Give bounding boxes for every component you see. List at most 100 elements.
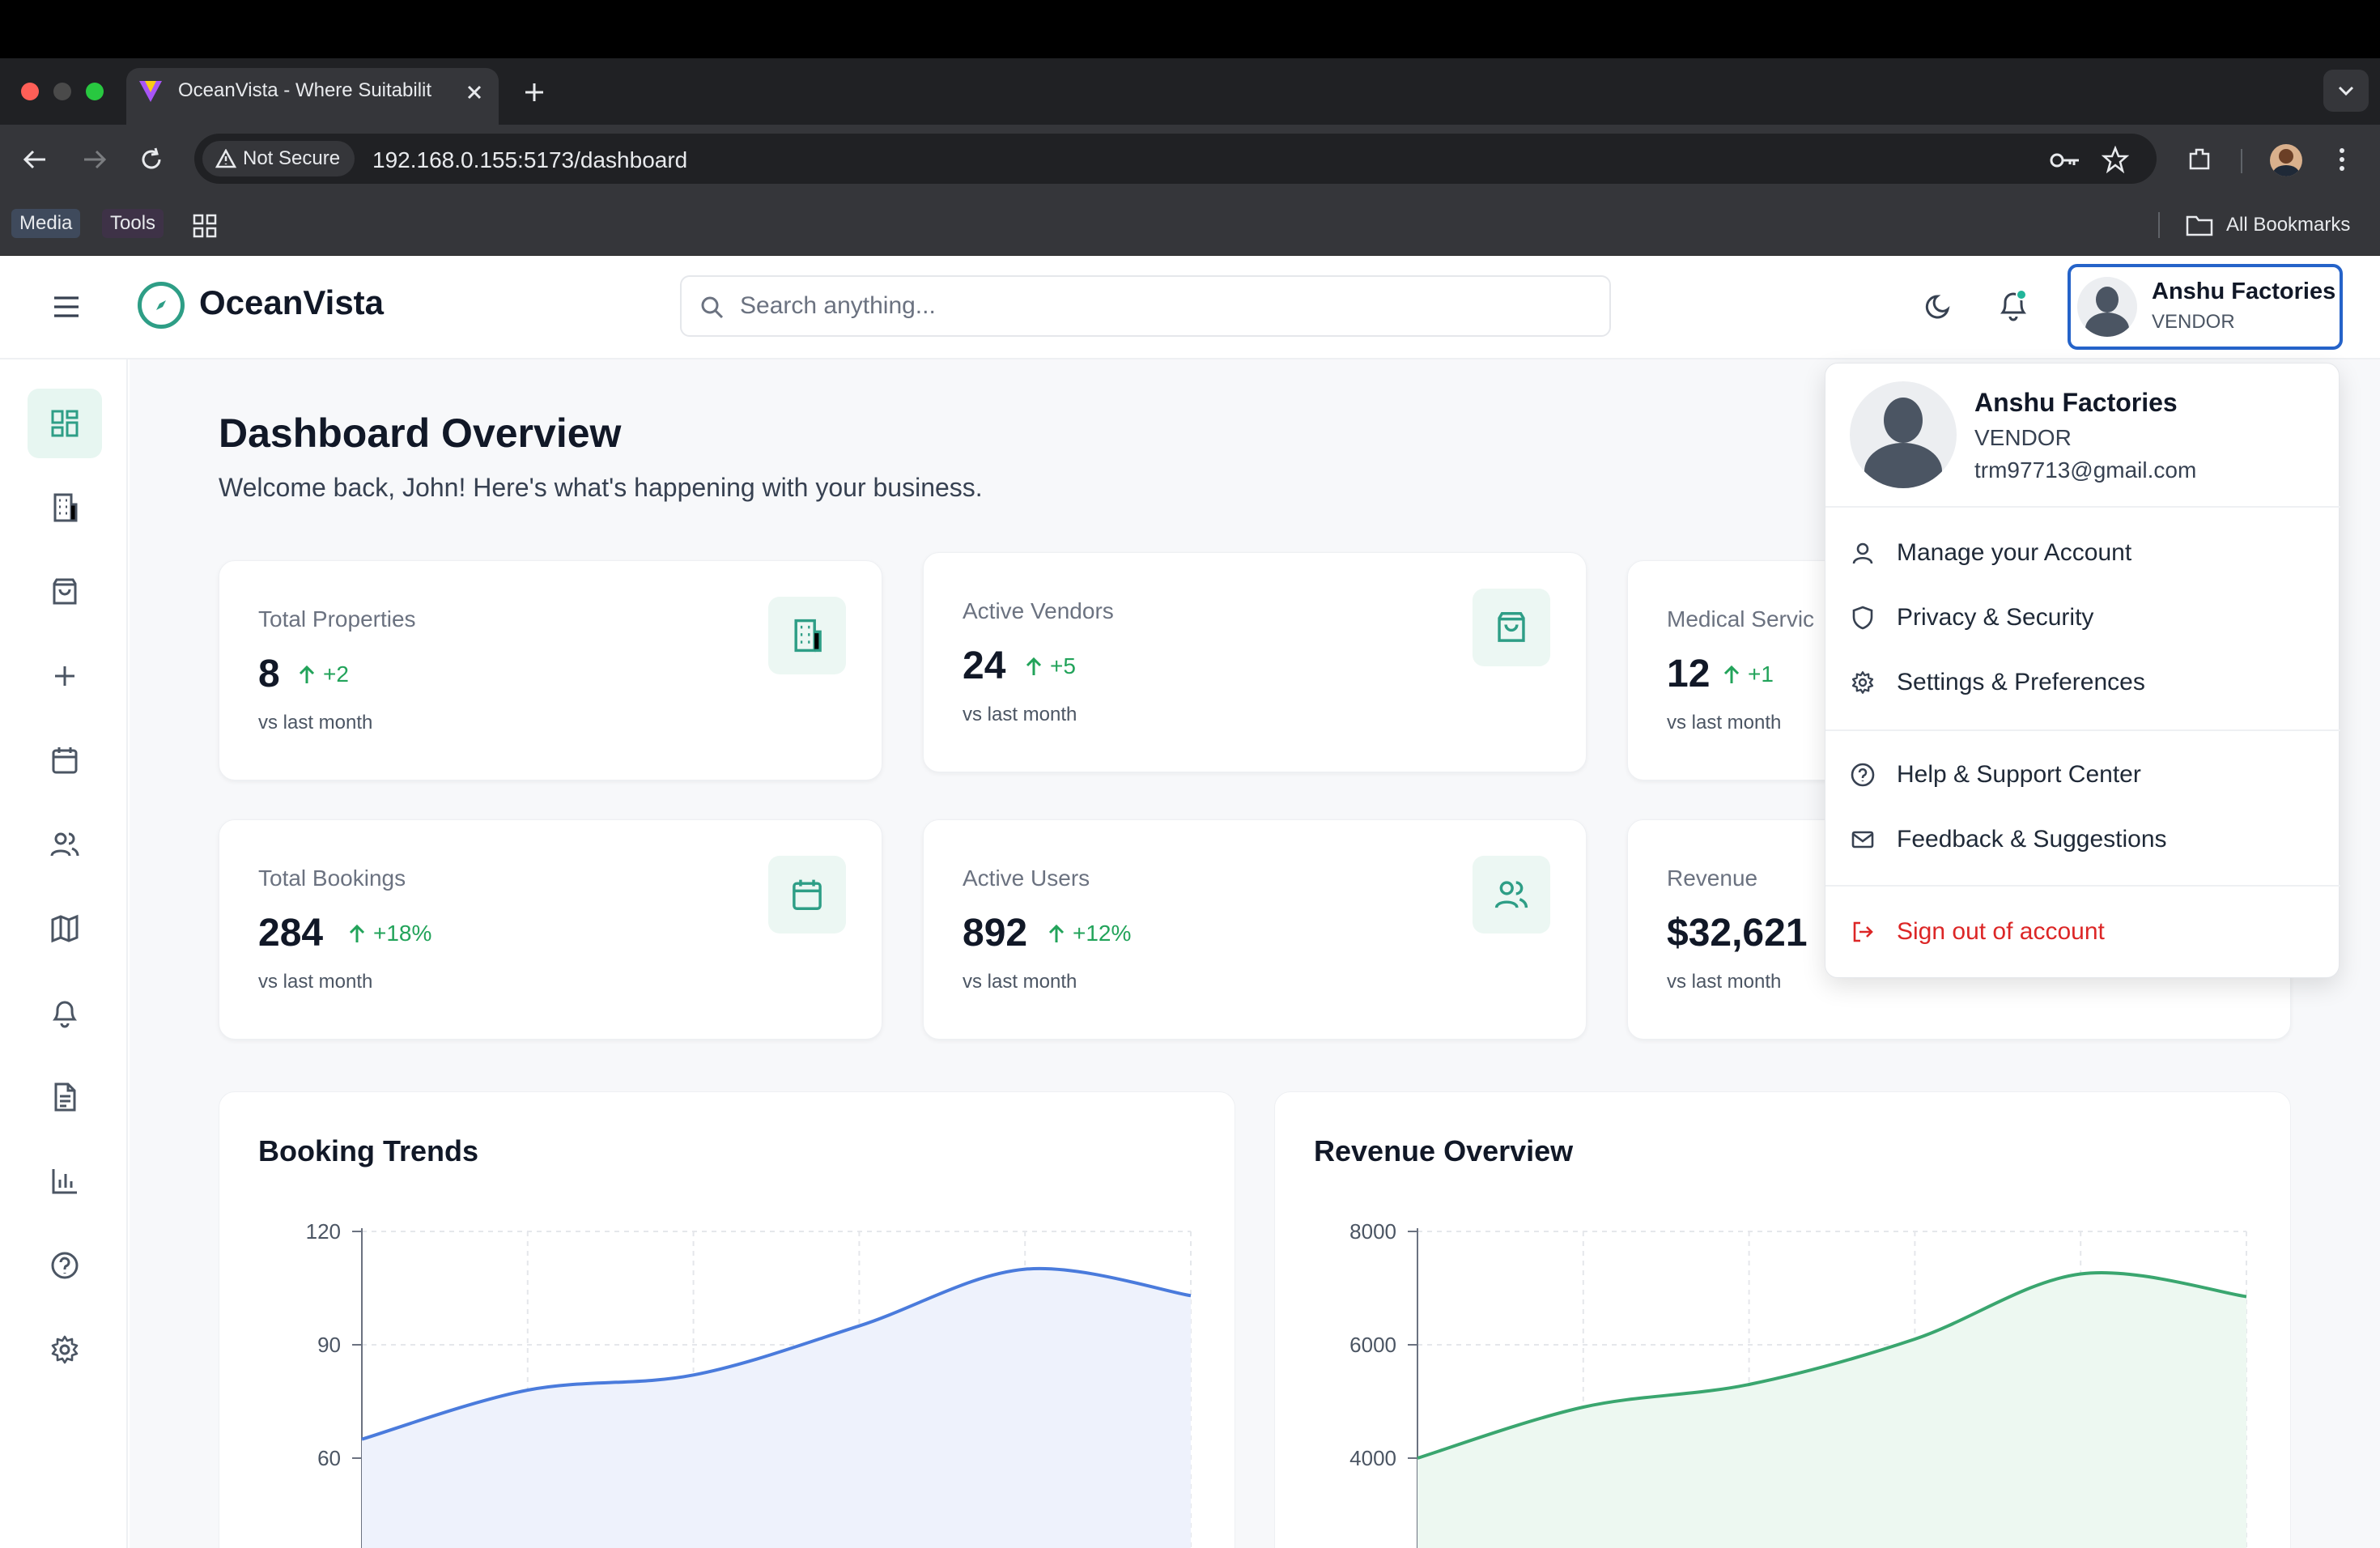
sidebar-item-reports[interactable] bbox=[28, 1146, 102, 1216]
tab-search-button[interactable] bbox=[2323, 70, 2369, 112]
browser-profile-avatar[interactable] bbox=[2270, 144, 2302, 176]
menu-item-label: Privacy & Security bbox=[1897, 604, 2094, 631]
stat-card-vendors[interactable]: Active Vendors 24 +5 vs last month bbox=[923, 552, 1587, 772]
url-text[interactable]: 192.168.0.155:5173/dashboard bbox=[372, 147, 687, 173]
gear-icon bbox=[51, 1335, 79, 1364]
stat-card-users[interactable]: Active Users 892 +12% vs last month bbox=[923, 819, 1587, 1040]
stat-icon-box bbox=[768, 597, 846, 674]
profile-role: VENDOR bbox=[2152, 311, 2235, 333]
stat-foot: vs last month bbox=[258, 712, 373, 734]
stat-value: 284 bbox=[258, 912, 324, 955]
search-icon bbox=[701, 296, 724, 319]
bookmark-tools[interactable]: Tools bbox=[102, 209, 164, 238]
stat-label: Active Vendors bbox=[963, 598, 1114, 623]
back-icon[interactable] bbox=[21, 147, 49, 172]
stat-icon-box bbox=[768, 856, 846, 933]
menu-item-settings[interactable]: Settings & Preferences bbox=[1850, 658, 2319, 707]
menu-item-label: Feedback & Suggestions bbox=[1897, 826, 2167, 853]
sidebar-item-notifications[interactable] bbox=[28, 978, 102, 1048]
y-tick-label: 8000 bbox=[1349, 1219, 1396, 1244]
folder-icon bbox=[2186, 215, 2213, 236]
notification-bell-icon[interactable] bbox=[1996, 288, 2030, 324]
maximize-window-button[interactable] bbox=[86, 83, 104, 100]
stat-foot: vs last month bbox=[963, 704, 1077, 725]
sidebar-item-bookings[interactable] bbox=[28, 725, 102, 795]
menu-item-sign-out[interactable]: Sign out of account bbox=[1850, 908, 2319, 956]
menu-item-help-support[interactable]: Help & Support Center bbox=[1850, 751, 2319, 799]
reload-icon[interactable] bbox=[138, 146, 165, 173]
y-tick-label: 120 bbox=[306, 1219, 341, 1244]
stat-delta: +5 bbox=[1024, 653, 1076, 679]
sidebar-item-dashboard[interactable] bbox=[28, 389, 102, 458]
stat-card-properties[interactable]: Total Properties 8 +2 vs last month bbox=[219, 560, 882, 780]
bookmark-star-icon[interactable] bbox=[2102, 146, 2129, 173]
close-window-button[interactable] bbox=[21, 83, 39, 100]
minimize-window-button[interactable] bbox=[53, 83, 71, 100]
sidebar-item-map[interactable] bbox=[28, 894, 102, 963]
plus-icon bbox=[55, 666, 74, 686]
stat-label: Total Properties bbox=[258, 606, 416, 632]
menu-toggle-icon[interactable] bbox=[52, 295, 81, 319]
stat-icon-box bbox=[1473, 856, 1550, 933]
chevron-down-icon bbox=[2338, 86, 2354, 96]
search-input[interactable] bbox=[740, 290, 1598, 322]
extensions-icon[interactable] bbox=[2186, 146, 2213, 173]
area-fill bbox=[1417, 1273, 2246, 1548]
sidebar-item-properties[interactable] bbox=[28, 473, 102, 542]
new-tab-icon[interactable] bbox=[523, 81, 546, 104]
y-tick-label: 6000 bbox=[1349, 1333, 1396, 1357]
stat-delta-value: +5 bbox=[1050, 653, 1076, 678]
menu-item-privacy-security[interactable]: Privacy & Security bbox=[1850, 593, 2319, 642]
page-subtitle: Welcome back, John! Here's what's happen… bbox=[219, 473, 983, 502]
security-chip[interactable]: Not Secure bbox=[202, 141, 355, 176]
sidebar-item-users[interactable] bbox=[28, 810, 102, 879]
stat-delta-value: +18% bbox=[373, 921, 432, 946]
close-tab-icon[interactable] bbox=[466, 84, 482, 100]
revenue-overview-card: Revenue Overview 4000 6000 8000 bbox=[1274, 1091, 2291, 1548]
booking-trends-chart: 60 90 120 bbox=[306, 1219, 1192, 1548]
stat-foot: vs last month bbox=[258, 971, 373, 993]
arrow-up-icon bbox=[349, 924, 365, 942]
stat-delta: +1 bbox=[1722, 661, 1774, 687]
security-label: Not Secure bbox=[243, 147, 341, 169]
gear-icon bbox=[1851, 671, 1874, 694]
browser-menu-icon[interactable] bbox=[2336, 146, 2348, 173]
map-icon bbox=[51, 914, 79, 943]
sidebar-item-medical[interactable] bbox=[28, 641, 102, 711]
password-key-icon[interactable] bbox=[2050, 151, 2080, 170]
apps-grid-icon[interactable] bbox=[193, 214, 217, 238]
search-bar[interactable] bbox=[680, 275, 1611, 337]
app-name[interactable]: OceanVista bbox=[199, 283, 384, 322]
bookmark-media[interactable]: Media bbox=[11, 209, 81, 238]
dropdown-user-name: Anshu Factories bbox=[1974, 388, 2178, 417]
calendar-icon bbox=[793, 879, 822, 910]
sidebar-item-documents[interactable] bbox=[28, 1062, 102, 1132]
favicon-icon bbox=[139, 81, 162, 102]
arrow-up-icon bbox=[1723, 665, 1740, 683]
page-title: Dashboard Overview bbox=[219, 410, 622, 456]
warning-icon bbox=[215, 149, 236, 168]
profile-dropdown: Anshu Factories VENDOR trm97713@gmail.co… bbox=[1825, 363, 2340, 978]
user-icon bbox=[1852, 542, 1873, 564]
forward-icon[interactable] bbox=[81, 147, 108, 172]
menu-item-manage-account[interactable]: Manage your Account bbox=[1850, 529, 2319, 577]
sidebar-item-settings[interactable] bbox=[28, 1315, 102, 1384]
stat-value: 12 bbox=[1667, 653, 1711, 695]
stat-value: 24 bbox=[963, 644, 1006, 687]
menu-item-feedback[interactable]: Feedback & Suggestions bbox=[1850, 815, 2319, 864]
sidebar-item-help[interactable] bbox=[28, 1231, 102, 1300]
dashboard-icon bbox=[51, 410, 79, 437]
divider bbox=[1825, 506, 2340, 508]
all-bookmarks-label[interactable]: All Bookmarks bbox=[2226, 214, 2350, 236]
bookmarks-divider bbox=[2158, 212, 2160, 238]
area-fill bbox=[362, 1268, 1191, 1548]
y-tick-label: 60 bbox=[317, 1446, 341, 1470]
profile-menu-button[interactable]: Anshu Factories VENDOR bbox=[2068, 264, 2343, 350]
sidebar-item-vendors[interactable] bbox=[28, 557, 102, 627]
stat-card-bookings[interactable]: Total Bookings 284 +18% vs last month bbox=[219, 819, 882, 1040]
shield-icon bbox=[1852, 606, 1873, 630]
dark-mode-icon[interactable] bbox=[1923, 290, 1956, 322]
sidebar bbox=[0, 359, 128, 1548]
toolbar-divider bbox=[2241, 149, 2242, 173]
avatar bbox=[2077, 277, 2137, 337]
